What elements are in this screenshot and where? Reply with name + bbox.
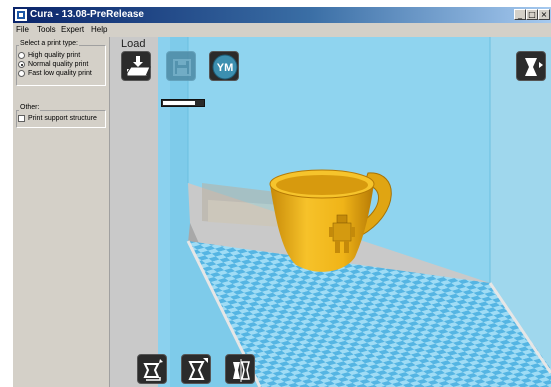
- maximize-button[interactable]: □: [526, 9, 538, 20]
- menu-bar: File Tools Expert Help: [13, 23, 551, 37]
- radio-normal-quality[interactable]: Normal quality print: [18, 60, 88, 69]
- print-type-label: Select a print type:: [19, 40, 79, 47]
- rotate-icon: [143, 359, 163, 381]
- radio-label: High quality print: [28, 52, 81, 59]
- radio-fast-quality[interactable]: Fast low quality print: [18, 69, 92, 78]
- youmagine-button[interactable]: YM: [209, 51, 239, 81]
- title-bar[interactable]: Cura - 13.08-PreRelease _ □ ×: [13, 7, 551, 23]
- close-button[interactable]: ×: [538, 9, 550, 20]
- support-checkbox[interactable]: [18, 115, 25, 122]
- menu-file[interactable]: File: [16, 24, 29, 36]
- mirror-tool-button[interactable]: [225, 354, 255, 384]
- view-mode-button[interactable]: [516, 51, 546, 81]
- save-button[interactable]: [166, 51, 196, 81]
- radio-button[interactable]: [18, 52, 25, 59]
- save-icon: [173, 59, 191, 76]
- load-label: Load: [121, 38, 146, 50]
- support-structure-option[interactable]: Print support structure: [18, 114, 97, 123]
- cura-window: Cura - 13.08-PreRelease _ □ × File Tools…: [13, 7, 551, 387]
- menu-tools[interactable]: Tools: [37, 24, 56, 36]
- youmagine-label: YM: [217, 62, 234, 74]
- cura-app-icon: [15, 9, 27, 21]
- load-button[interactable]: [121, 51, 151, 81]
- radio-button[interactable]: [18, 70, 25, 77]
- mirror-icon: [233, 359, 250, 382]
- window-title: Cura - 13.08-PreRelease: [30, 9, 144, 20]
- settings-panel: Select a print type: High quality print …: [13, 37, 110, 387]
- scale-tool-button[interactable]: [181, 354, 211, 384]
- youmagine-icon: YM: [212, 54, 238, 80]
- minimize-button[interactable]: _: [514, 9, 526, 20]
- radio-button[interactable]: [18, 61, 25, 68]
- menu-expert[interactable]: Expert: [61, 24, 84, 36]
- build-volume-left-wall-front: [158, 37, 170, 387]
- progress-fill: [163, 101, 195, 105]
- scale-icon: [188, 358, 208, 380]
- radio-high-quality[interactable]: High quality print: [18, 51, 80, 60]
- view-mode-icon: [525, 58, 543, 76]
- radio-label: Fast low quality print: [28, 70, 92, 77]
- menu-help[interactable]: Help: [91, 24, 107, 36]
- load-icon: [126, 56, 151, 77]
- 3d-viewport[interactable]: Load YM: [110, 37, 551, 387]
- rotate-tool-button[interactable]: [137, 354, 167, 384]
- support-label: Print support structure: [28, 115, 97, 122]
- scene-canvas[interactable]: [110, 37, 551, 387]
- progress-bar: [161, 99, 205, 107]
- radio-label: Normal quality print: [28, 61, 89, 68]
- other-label: Other:: [19, 104, 41, 111]
